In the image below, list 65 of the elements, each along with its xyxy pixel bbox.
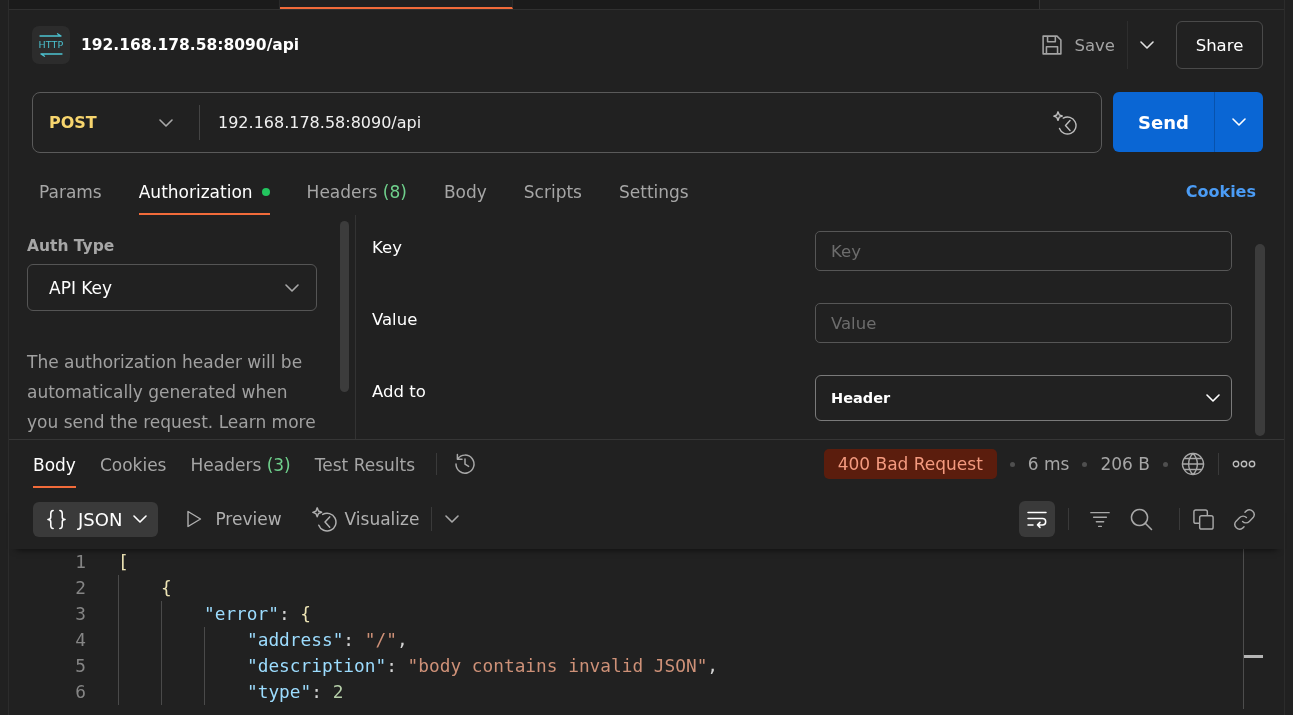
more-icon[interactable] <box>1232 460 1256 468</box>
tab[interactable] <box>280 0 513 9</box>
tab[interactable]: Authorization <box>138 171 270 215</box>
tab[interactable]: Cookies <box>99 440 167 488</box>
caret-icon <box>1232 118 1246 126</box>
search-icon[interactable] <box>1129 506 1154 532</box>
cookies-link[interactable]: Cookies <box>1185 171 1256 202</box>
caret-icon <box>285 283 299 292</box>
scrollbar-thumb[interactable] <box>1255 244 1265 436</box>
line-number: 1 <box>74 550 86 574</box>
globe-icon[interactable] <box>1181 452 1205 476</box>
line-number: 2 <box>74 576 86 600</box>
auth-type-dropdown[interactable]: API Key <box>27 264 317 311</box>
caret-icon <box>1139 41 1154 49</box>
code-line: "error": { <box>204 602 312 626</box>
code-line: "address": "/", <box>247 628 408 652</box>
filter-icon[interactable] <box>1089 509 1111 529</box>
caret-icon <box>444 515 459 523</box>
field-label: Value <box>372 309 418 330</box>
line-number: 5 <box>74 654 86 678</box>
share-button[interactable]: Share <box>1176 21 1263 69</box>
code-line: [ <box>118 550 129 574</box>
tab[interactable]: Test Results <box>314 440 415 488</box>
tab[interactable]: Scripts <box>523 171 582 215</box>
http-badge: HTTP <box>32 26 70 64</box>
auth-type-label: Auth Type <box>27 236 115 256</box>
format-dropdown[interactable]: JSON <box>33 501 159 537</box>
auth-description: The authorization header will be automatically generated when you send the request. Learn more <box>27 351 317 434</box>
braces-icon <box>46 508 67 530</box>
code-line: { <box>161 576 172 600</box>
field-label: Key <box>372 237 402 258</box>
line-number: 6 <box>74 680 86 704</box>
link-icon[interactable] <box>1233 507 1256 531</box>
visualize-button[interactable]: Visualize <box>311 506 420 532</box>
caret-icon <box>1206 394 1220 402</box>
separator-dot-icon <box>1163 461 1168 467</box>
scrollbar-thumb[interactable] <box>340 221 349 392</box>
tab[interactable]: Params <box>39 171 102 215</box>
response-size: 206 B <box>1100 454 1150 474</box>
code-line: "type": 2 <box>247 680 344 704</box>
status-badge: 400 Bad Request <box>823 449 997 479</box>
response-time: 6 ms <box>1027 454 1070 474</box>
tab[interactable]: Headers (8) <box>306 171 407 215</box>
code-line: "description": "body contains invalid JSON", <box>247 654 719 678</box>
caret-icon <box>133 515 148 523</box>
dropdown[interactable]: Header <box>815 375 1232 421</box>
line-number: 3 <box>74 602 86 626</box>
play-icon <box>186 510 203 528</box>
tab[interactable]: Body <box>33 440 76 488</box>
separator-dot-icon <box>1082 461 1088 467</box>
tab[interactable]: Body <box>443 171 487 215</box>
wrap-lines-button[interactable] <box>1019 501 1055 537</box>
preview-button[interactable]: Preview <box>186 509 282 529</box>
tab[interactable]: Settings <box>618 171 689 215</box>
request-title: 192.168.178.58:8090/api <box>81 36 300 54</box>
send-button[interactable]: Send <box>1113 92 1214 152</box>
save-button[interactable]: Save <box>1030 21 1128 69</box>
tab[interactable]: Headers (3) <box>190 440 291 488</box>
separator-dot-icon <box>1009 461 1015 467</box>
save-icon <box>1042 35 1063 55</box>
history-icon[interactable] <box>453 452 477 476</box>
line-number: 4 <box>74 628 86 652</box>
scroll-marker <box>1244 655 1263 658</box>
copy-icon[interactable] <box>1192 507 1215 531</box>
field-label: Add to <box>372 381 426 402</box>
